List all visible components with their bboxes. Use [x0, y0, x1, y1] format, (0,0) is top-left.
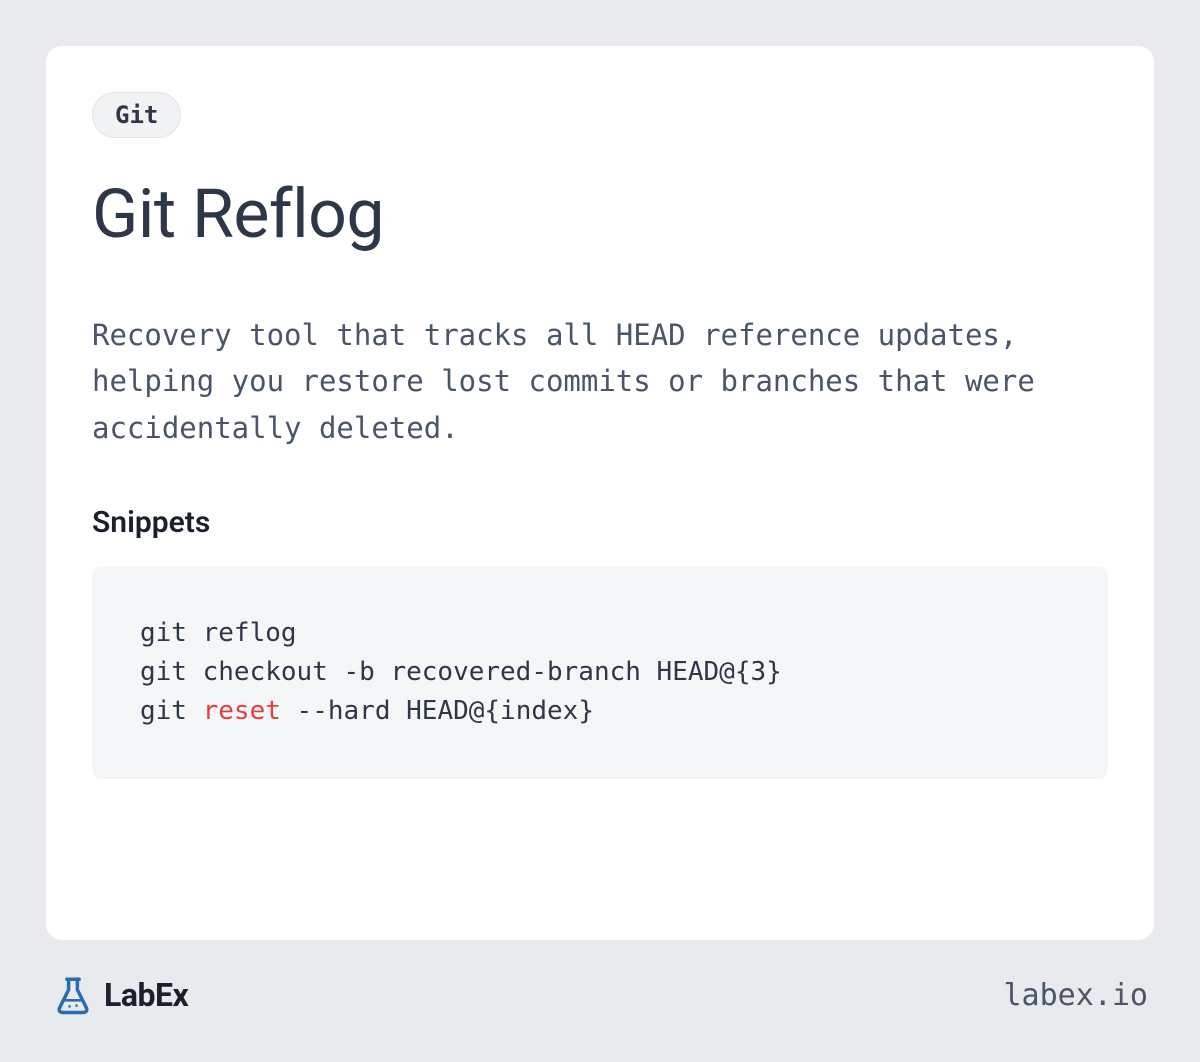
- code-snippet: git reflog git checkout -b recovered-bra…: [92, 566, 1108, 779]
- code-line-2: git checkout -b recovered-branch HEAD@{3…: [140, 657, 782, 687]
- code-keyword-reset: reset: [203, 696, 281, 726]
- content-card: Git Git Reflog Recovery tool that tracks…: [46, 46, 1154, 940]
- brand-logo: LabEx: [52, 974, 188, 1016]
- snippets-heading: Snippets: [92, 505, 1108, 540]
- brand-url: labex.io: [1004, 978, 1149, 1013]
- flask-icon: [52, 974, 94, 1016]
- brand-name: LabEx: [104, 976, 188, 1014]
- category-tag: Git: [92, 92, 181, 138]
- footer: LabEx labex.io: [46, 974, 1154, 1016]
- description-text: Recovery tool that tracks all HEAD refer…: [92, 312, 1108, 451]
- code-line-3-prefix: git: [140, 696, 203, 726]
- page-title: Git Reflog: [92, 174, 1108, 254]
- code-line-3-suffix: --hard HEAD@{index}: [281, 696, 594, 726]
- code-line-1: git reflog: [140, 618, 297, 648]
